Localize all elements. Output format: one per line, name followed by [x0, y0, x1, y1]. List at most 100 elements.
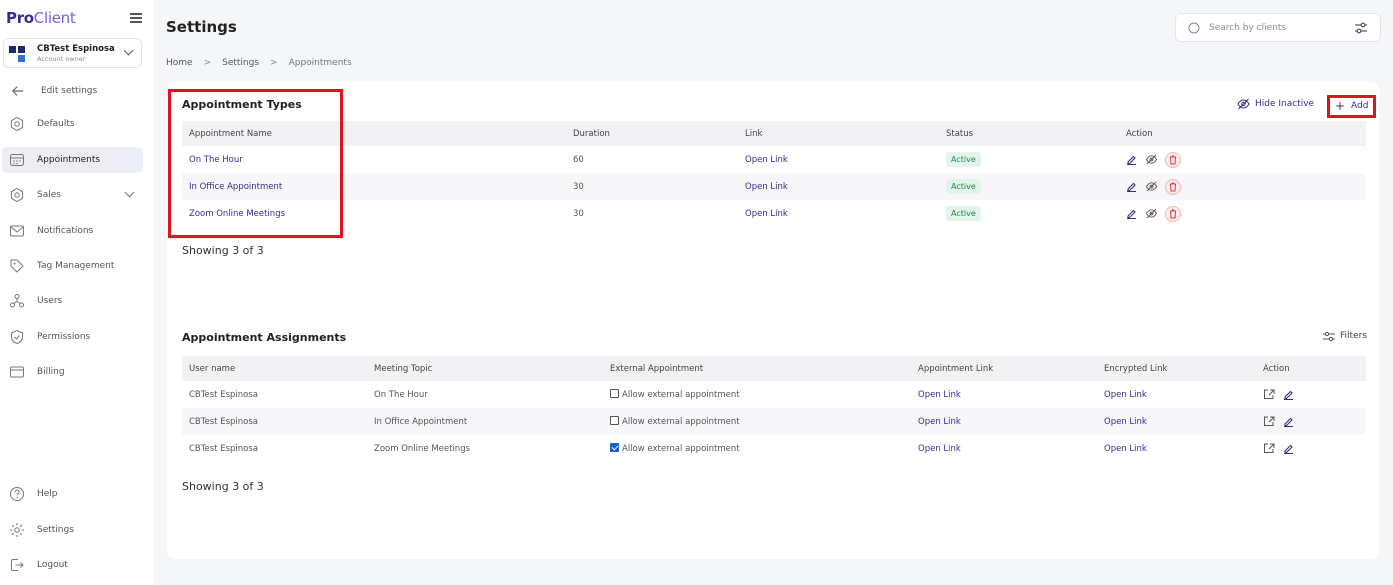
- eye-slash-icon[interactable]: [1145, 154, 1158, 165]
- external-link-icon[interactable]: [1263, 416, 1275, 427]
- open-link[interactable]: Open Link: [738, 200, 939, 227]
- account-switcher[interactable]: CBTest Espinosa Account owner: [3, 38, 142, 68]
- table-header-row: Appointment Name Duration Link Status Ac…: [182, 121, 1366, 146]
- add-appointment-type-button[interactable]: + Add: [1327, 95, 1376, 118]
- edit-icon[interactable]: [1283, 389, 1294, 400]
- logo-row: ProClient: [6, 9, 148, 29]
- hide-inactive-button[interactable]: Hide Inactive: [1237, 98, 1314, 110]
- sidebar-item-billing[interactable]: Billing: [2, 359, 143, 385]
- calendar-icon: [10, 154, 24, 166]
- action-cell: [1119, 146, 1366, 173]
- encrypted-link[interactable]: Open Link: [1097, 408, 1256, 435]
- sidebar-item-help[interactable]: Help: [2, 481, 143, 507]
- card-icon: [10, 366, 24, 378]
- appointment-link[interactable]: Open Link: [911, 435, 1097, 462]
- sidebar-item-defaults[interactable]: Defaults: [2, 111, 143, 137]
- sidebar-item-tag-management[interactable]: Tag Management: [2, 253, 143, 279]
- delete-button[interactable]: [1165, 205, 1182, 222]
- action-cell: [1119, 173, 1366, 200]
- gear-icon: [10, 187, 24, 203]
- sidebar-item-label: Sales: [37, 190, 61, 200]
- sidebar-item-label: Appointments: [37, 155, 101, 165]
- appointment-name-link[interactable]: Zoom Online Meetings: [182, 200, 566, 227]
- encrypted-link[interactable]: Open Link: [1097, 381, 1256, 408]
- sidebar-item-settings[interactable]: Settings: [2, 517, 143, 543]
- status-badge: Active: [946, 206, 981, 221]
- sliders-icon: [1323, 331, 1335, 342]
- tag-icon: [10, 259, 24, 273]
- checkbox-label: Allow external appointment: [622, 390, 740, 400]
- appointment-name-link[interactable]: In Office Appointment: [182, 173, 566, 200]
- table-row: Zoom Online Meetings 30 Open Link Active: [182, 200, 1366, 227]
- filters-label: Filters: [1340, 331, 1367, 341]
- external-link-icon[interactable]: [1263, 443, 1275, 454]
- action-cell: [1256, 435, 1366, 462]
- eye-slash-icon[interactable]: [1145, 208, 1158, 219]
- edit-icon[interactable]: [1126, 154, 1137, 165]
- allow-external-checkbox[interactable]: [610, 389, 619, 398]
- hamburger-menu-icon[interactable]: [130, 13, 142, 23]
- open-link[interactable]: Open Link: [738, 173, 939, 200]
- filters-button[interactable]: Filters: [1323, 331, 1367, 342]
- edit-icon[interactable]: [1126, 181, 1137, 192]
- table-row: CBTest Espinosa On The Hour Allow extern…: [182, 381, 1366, 408]
- brand-client: Client: [33, 9, 76, 27]
- page-title: Settings: [166, 18, 237, 36]
- sidebar-item-sales[interactable]: Sales: [2, 182, 143, 208]
- users-icon: [10, 294, 24, 308]
- sidebar-item-label: Notifications: [37, 226, 94, 236]
- brand-logo[interactable]: ProClient: [6, 9, 76, 27]
- brand-pro: Pro: [6, 9, 34, 27]
- search-box[interactable]: [1175, 13, 1381, 42]
- breadcrumb-home[interactable]: Home: [166, 58, 193, 68]
- breadcrumb-settings[interactable]: Settings: [222, 58, 259, 68]
- table-header-row: User name Meeting Topic External Appoint…: [182, 356, 1366, 381]
- appointment-link[interactable]: Open Link: [911, 381, 1097, 408]
- trash-icon: [1170, 209, 1177, 218]
- external-link-icon[interactable]: [1263, 389, 1275, 400]
- action-cell: [1256, 381, 1366, 408]
- allow-external-checkbox[interactable]: [610, 443, 619, 452]
- sidebar-item-users[interactable]: Users: [2, 288, 143, 314]
- action-cell: [1119, 200, 1366, 227]
- encrypted-link[interactable]: Open Link: [1097, 435, 1256, 462]
- help-icon: [10, 487, 24, 501]
- column-header: Encrypted Link: [1097, 356, 1256, 381]
- chevron-down-icon: [123, 45, 134, 56]
- open-link[interactable]: Open Link: [738, 146, 939, 173]
- allow-external-checkbox[interactable]: [610, 416, 619, 425]
- main-card: Appointment Types Hide Inactive + Add Ap…: [167, 82, 1379, 559]
- breadcrumb-separator: >: [270, 58, 278, 68]
- sidebar-item-label: Logout: [37, 560, 68, 570]
- edit-icon[interactable]: [1126, 208, 1137, 219]
- external-appointment-cell: Allow external appointment: [603, 408, 911, 435]
- sliders-icon[interactable]: [1354, 22, 1368, 34]
- search-input[interactable]: [1209, 21, 1339, 35]
- external-appointment-cell: Allow external appointment: [603, 381, 911, 408]
- appointment-assignments-title: Appointment Assignments: [182, 331, 347, 344]
- meeting-topic-cell: On The Hour: [374, 389, 428, 400]
- sidebar-item-label: Defaults: [37, 119, 75, 129]
- eye-slash-icon[interactable]: [1145, 181, 1158, 192]
- sidebar-item-permissions[interactable]: Permissions: [2, 324, 143, 350]
- back-edit-settings[interactable]: Edit settings: [2, 78, 143, 104]
- breadcrumb-current: Appointments: [288, 58, 352, 68]
- arrow-left-icon: [11, 86, 24, 96]
- appointment-types-title: Appointment Types: [182, 98, 302, 111]
- table-row: In Office Appointment 30 Open Link Activ…: [182, 173, 1366, 200]
- external-appointment-cell: Allow external appointment: [603, 435, 911, 462]
- column-header: Appointment Name: [182, 121, 566, 146]
- sidebar-item-logout[interactable]: Logout: [2, 552, 143, 578]
- appointment-assignments-table: User name Meeting Topic External Appoint…: [182, 356, 1366, 462]
- eye-slash-icon: [1237, 98, 1250, 110]
- edit-icon[interactable]: [1283, 416, 1294, 427]
- add-label: Add: [1351, 101, 1369, 111]
- delete-button[interactable]: [1165, 178, 1182, 195]
- sidebar-item-notifications[interactable]: Notifications: [2, 218, 143, 244]
- edit-icon[interactable]: [1283, 443, 1294, 454]
- column-header: Status: [939, 121, 1119, 146]
- sidebar-item-appointments[interactable]: Appointments: [2, 147, 143, 173]
- appointment-name-link[interactable]: On The Hour: [182, 146, 566, 173]
- appointment-link[interactable]: Open Link: [911, 408, 1097, 435]
- delete-button[interactable]: [1165, 151, 1182, 168]
